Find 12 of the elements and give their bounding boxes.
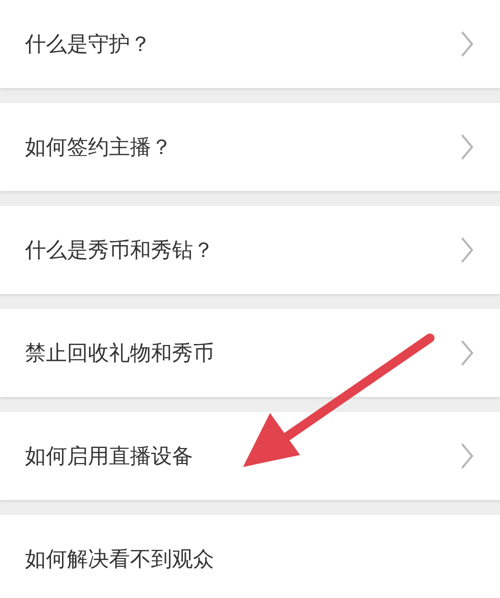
list-item[interactable]: 如何签约主播？: [0, 103, 500, 191]
item-label: 如何启用直播设备: [25, 443, 193, 470]
item-label: 如何解决看不到观众: [25, 546, 214, 573]
list-item[interactable]: 什么是守护？: [0, 0, 500, 88]
list-item[interactable]: 如何解决看不到观众: [0, 515, 500, 598]
list-item[interactable]: 如何启用直播设备: [0, 412, 500, 500]
item-label: 如何签约主播？: [25, 134, 172, 161]
item-label: 什么是守护？: [25, 31, 151, 58]
list-item[interactable]: 禁止回收礼物和秀币: [0, 309, 500, 397]
item-label: 禁止回收礼物和秀币: [25, 340, 214, 367]
item-label: 什么是秀币和秀钻？: [25, 237, 214, 264]
list-item[interactable]: 什么是秀币和秀钻？: [0, 206, 500, 294]
